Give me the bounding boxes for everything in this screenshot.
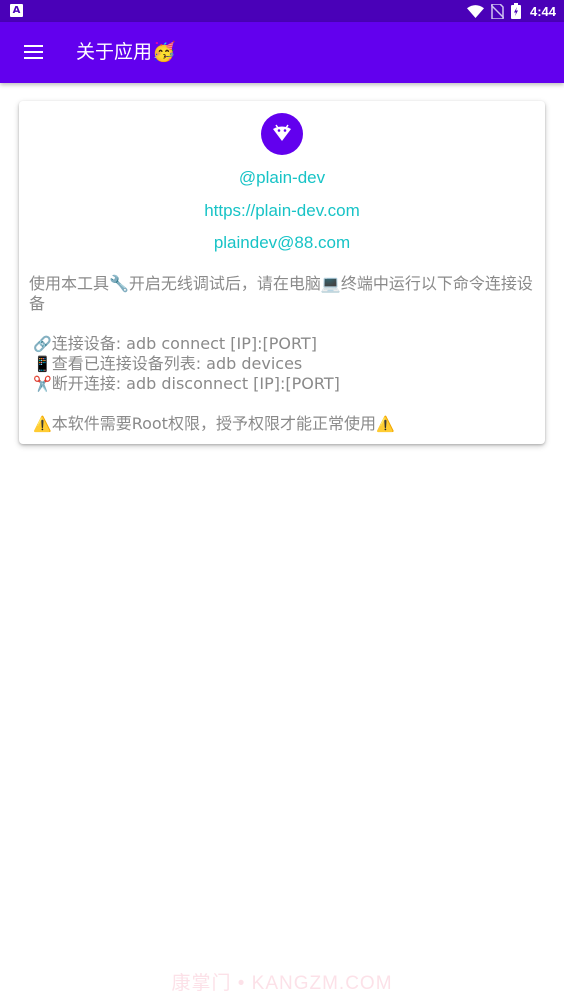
root-warning: ⚠️本软件需要Root权限，授予权限才能正常使用⚠️ [33, 414, 395, 434]
status-icons: 4:44 [466, 0, 556, 22]
app-bar: 关于应用🥳 [0, 22, 564, 83]
command-devices-text: 查看已连接设备列表: adb devices [51, 354, 303, 373]
status-bar: A 4:44 [0, 0, 564, 22]
warning-icon: ⚠️ [33, 415, 52, 433]
email-link[interactable]: plaindev@88.com [19, 233, 545, 253]
command-list: 🔗连接设备: adb connect [IP]:[PORT] 📱查看已连接设备列… [33, 334, 533, 394]
developer-handle-link[interactable]: @plain-dev [19, 168, 545, 188]
command-disconnect: ✂️断开连接: adb disconnect [IP]:[PORT] [33, 374, 533, 394]
notification-a-icon: A [10, 4, 23, 17]
command-disconnect-text: 断开连接: adb disconnect [IP]:[PORT] [51, 374, 340, 393]
command-connect-text: 连接设备: adb connect [IP]:[PORT] [51, 334, 317, 353]
about-card: @plain-dev https://plain-dev.com plainde… [19, 101, 545, 444]
website-link[interactable]: https://plain-dev.com [19, 201, 545, 221]
root-warning-text: 本软件需要Root权限，授予权限才能正常使用 [51, 414, 376, 433]
phone-icon: 📱 [33, 355, 52, 373]
status-time: 4:44 [529, 3, 556, 19]
command-devices: 📱查看已连接设备列表: adb devices [33, 354, 533, 374]
link-icon: 🔗 [33, 335, 52, 353]
command-connect: 🔗连接设备: adb connect [IP]:[PORT] [33, 334, 533, 354]
usage-description: 使用本工具🔧开启无线调试后，请在电脑💻终端中运行以下命令连接设备 [29, 274, 533, 313]
scissors-icon: ✂️ [33, 375, 52, 393]
menu-icon[interactable] [24, 43, 44, 61]
android-robot-icon [261, 113, 303, 155]
warning-icon: ⚠️ [375, 415, 395, 433]
watermark: 康掌门 • KANGZM.COM [171, 973, 393, 994]
wifi-icon [466, 4, 484, 18]
no-sim-icon [490, 3, 504, 19]
page-title: 关于应用🥳 [76, 41, 176, 63]
battery-icon [510, 3, 521, 19]
